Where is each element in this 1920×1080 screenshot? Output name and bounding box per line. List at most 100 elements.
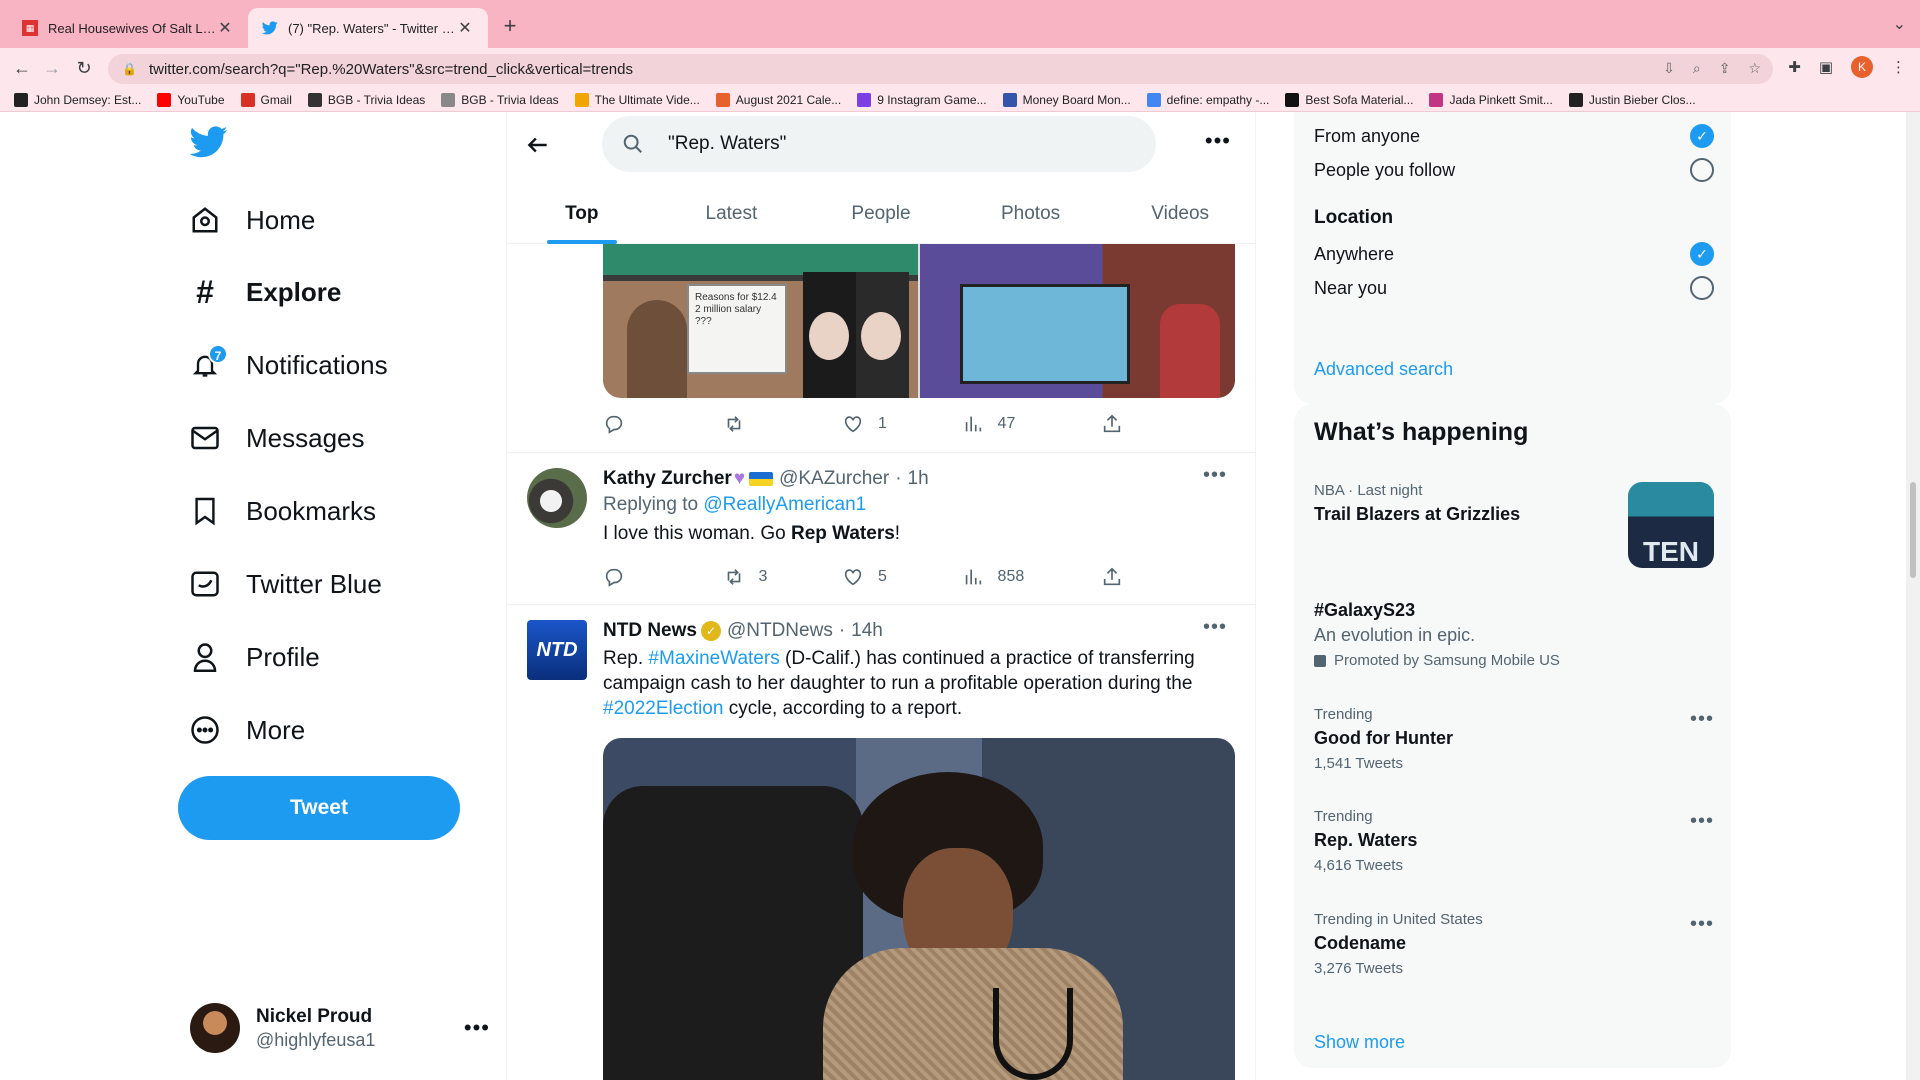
zoom-icon[interactable]: ⌕: [1693, 60, 1701, 77]
trend-thumbnail[interactable]: TEN: [1628, 482, 1714, 568]
nav-notifications[interactable]: 7 Notifications: [190, 337, 388, 393]
tab-videos[interactable]: Videos: [1105, 184, 1255, 244]
avatar[interactable]: [527, 468, 587, 528]
search-more-icon[interactable]: •••: [1205, 128, 1231, 154]
trend-more-icon[interactable]: •••: [1690, 708, 1714, 731]
tweet-media-grid[interactable]: Reasons for $12.4 2 million salary ???: [603, 244, 1235, 398]
nav-profile[interactable]: Profile: [190, 629, 320, 685]
separator-dot: ·: [838, 620, 846, 641]
retweet-button[interactable]: 3: [723, 566, 843, 588]
bookmark-item[interactable]: Justin Bieber Clos...: [1568, 92, 1696, 107]
bookmark-item[interactable]: Gmail: [240, 92, 292, 107]
like-button[interactable]: 5: [842, 566, 962, 588]
tweet-author-handle[interactable]: @KAZurcher: [779, 468, 889, 490]
radio-checked-icon[interactable]: ✓: [1690, 242, 1714, 266]
trend-item[interactable]: NBA · Last night Trail Blazers at Grizzl…: [1314, 482, 1714, 568]
views-button[interactable]: 858: [962, 566, 1101, 588]
share-icon[interactable]: ⇪: [1719, 60, 1731, 77]
back-arrow-icon[interactable]: [525, 132, 555, 162]
radio-unchecked-icon[interactable]: [1690, 158, 1714, 182]
share-button[interactable]: [1101, 413, 1123, 435]
radio-unchecked-icon[interactable]: [1690, 276, 1714, 300]
share-button[interactable]: [1101, 566, 1123, 588]
tweet-photo[interactable]: [603, 738, 1235, 1080]
chrome-menu-icon[interactable]: ⋮: [1891, 58, 1906, 76]
nav-bookmarks[interactable]: Bookmarks: [190, 483, 376, 539]
nav-messages[interactable]: Messages: [190, 410, 365, 466]
nav-home[interactable]: Home: [190, 192, 315, 248]
browser-tab[interactable]: ▦ Real Housewives Of Salt Lake City ✕: [8, 8, 248, 48]
install-icon[interactable]: ⇩: [1663, 60, 1675, 77]
star-icon[interactable]: ☆: [1748, 60, 1761, 77]
radio-checked-icon[interactable]: ✓: [1690, 124, 1714, 148]
filter-anywhere[interactable]: Anywhere ✓: [1314, 242, 1714, 266]
media-image[interactable]: Reasons for $12.4 2 million salary ???: [603, 244, 918, 398]
bookmark-item[interactable]: BGB - Trivia Ideas: [441, 92, 559, 107]
tweet-author-name[interactable]: NTD News: [603, 620, 697, 642]
tab-close-icon[interactable]: ✕: [216, 18, 234, 38]
reply-button[interactable]: [603, 413, 723, 435]
replying-to-link[interactable]: @ReallyAmerican1: [703, 494, 866, 515]
tweet-time[interactable]: 1h: [908, 468, 929, 490]
filter-from-anyone[interactable]: From anyone ✓: [1314, 124, 1714, 148]
search-input[interactable]: "Rep. Waters": [602, 116, 1156, 172]
tab-search-chevron-icon[interactable]: ⌄: [1893, 14, 1906, 34]
tab-latest[interactable]: Latest: [657, 184, 807, 244]
tweet-more-icon[interactable]: •••: [1203, 616, 1227, 639]
address-bar[interactable]: 🔒 twitter.com/search?q="Rep.%20Waters"&s…: [108, 54, 1773, 84]
twitter-logo-icon[interactable]: [189, 126, 228, 160]
bookmark-item[interactable]: BGB - Trivia Ideas: [307, 92, 425, 107]
tab-close-icon[interactable]: ✕: [456, 18, 474, 38]
bookmark-item[interactable]: 9 Instagram Game...: [857, 92, 987, 107]
reload-icon[interactable]: ↻: [72, 56, 96, 80]
new-tab-button[interactable]: +: [496, 12, 524, 40]
tweet-more-icon[interactable]: •••: [1203, 464, 1227, 487]
hashtag-link[interactable]: #MaxineWaters: [648, 648, 779, 669]
page-scrollbar[interactable]: [1906, 112, 1920, 1080]
trend-item-promoted[interactable]: #GalaxyS23 An evolution in epic. Promote…: [1314, 600, 1714, 669]
advanced-search-link[interactable]: Advanced search: [1314, 359, 1453, 380]
filter-near-you[interactable]: Near you: [1314, 276, 1714, 300]
trend-more-icon[interactable]: •••: [1690, 913, 1714, 936]
account-more-icon[interactable]: •••: [464, 1015, 490, 1041]
tab-top[interactable]: Top: [507, 184, 657, 244]
bookmark-item[interactable]: define: empathy -...: [1146, 92, 1269, 107]
bookmark-item[interactable]: Best Sofa Material...: [1285, 92, 1413, 107]
trend-item[interactable]: Trending Good for Hunter 1,541 Tweets ••…: [1314, 706, 1714, 772]
like-button[interactable]: 1: [842, 413, 962, 435]
retweet-button[interactable]: [723, 413, 843, 435]
show-more-link[interactable]: Show more: [1314, 1032, 1405, 1053]
trend-more-icon[interactable]: •••: [1690, 810, 1714, 833]
nav-more[interactable]: More: [190, 702, 305, 758]
account-switcher[interactable]: Nickel Proud @highlyfeusa1 •••: [190, 1000, 490, 1056]
forward-icon[interactable]: →: [40, 56, 64, 80]
extensions-puzzle-icon[interactable]: ✚: [1788, 58, 1801, 76]
side-panel-icon[interactable]: ▣: [1819, 58, 1833, 76]
tweet-button[interactable]: Tweet: [178, 776, 460, 840]
back-icon[interactable]: ←: [10, 56, 34, 80]
bookmark-item[interactable]: August 2021 Cale...: [715, 92, 841, 107]
bookmark-item[interactable]: Money Board Mon...: [1002, 92, 1131, 107]
filter-people-you-follow[interactable]: People you follow: [1314, 158, 1714, 182]
trend-item[interactable]: Trending Rep. Waters 4,616 Tweets •••: [1314, 808, 1714, 874]
tab-people[interactable]: People: [806, 184, 956, 244]
scrollbar-thumb[interactable]: [1910, 482, 1916, 578]
tweet-author-handle[interactable]: @NTDNews: [727, 620, 833, 642]
bookmark-item[interactable]: John Demsey: Est...: [14, 92, 141, 107]
bookmark-item[interactable]: YouTube: [157, 92, 225, 107]
nav-explore[interactable]: # Explore: [190, 264, 341, 320]
media-image[interactable]: [920, 244, 1235, 398]
tab-photos[interactable]: Photos: [956, 184, 1106, 244]
browser-tab-active[interactable]: (7) "Rep. Waters" - Twitter Search / Twi…: [248, 8, 488, 48]
nav-twitter-blue[interactable]: Twitter Blue: [190, 556, 382, 612]
views-button[interactable]: 47: [962, 413, 1101, 435]
avatar[interactable]: NTD: [527, 620, 587, 680]
tweet-time[interactable]: 14h: [851, 620, 883, 642]
trend-item[interactable]: Trending in United States Codename 3,276…: [1314, 911, 1714, 977]
hashtag-link[interactable]: #2022Election: [603, 698, 723, 719]
bookmark-item[interactable]: The Ultimate Vide...: [574, 92, 700, 107]
profile-avatar[interactable]: K: [1851, 56, 1873, 78]
tweet-author-name[interactable]: Kathy Zurcher: [603, 468, 732, 490]
reply-button[interactable]: [603, 566, 723, 588]
bookmark-item[interactable]: Jada Pinkett Smit...: [1429, 92, 1553, 107]
